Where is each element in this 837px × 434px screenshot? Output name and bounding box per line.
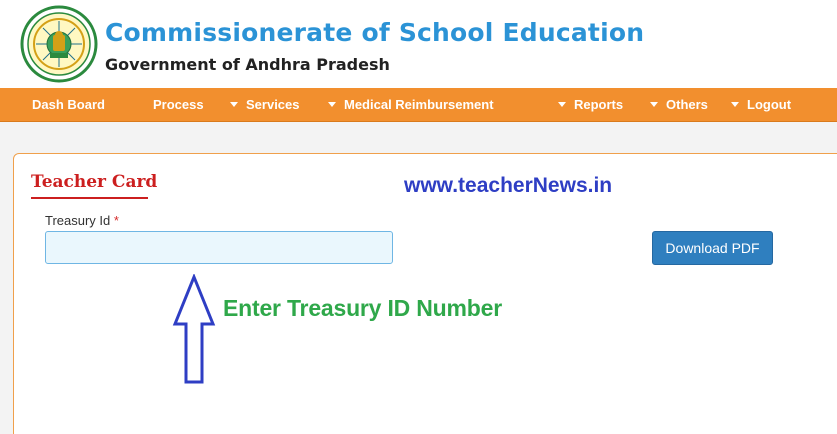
annotation-text: Enter Treasury ID Number xyxy=(223,295,502,321)
andhra-pradesh-emblem-icon xyxy=(20,5,98,83)
main-nav: Dash Board Process Services Medical Reim… xyxy=(0,88,837,122)
up-arrow-icon xyxy=(172,274,216,384)
nav-item-others[interactable]: Others xyxy=(650,88,708,122)
nav-item-label: Medical Reimbursement xyxy=(344,97,494,112)
card-title-underline xyxy=(31,197,148,199)
nav-item-reports[interactable]: Reports xyxy=(558,88,623,122)
treasury-id-input[interactable] xyxy=(45,231,393,264)
caret-down-icon xyxy=(558,102,566,107)
caret-down-icon xyxy=(731,102,739,107)
nav-item-label: Dash Board xyxy=(32,97,105,112)
nav-item-services[interactable]: Services xyxy=(230,88,300,122)
nav-item-dashboard[interactable]: Dash Board xyxy=(32,88,105,122)
site-header: Commissionerate of School Education Gove… xyxy=(0,0,837,88)
card-title: Teacher Card xyxy=(31,172,158,192)
required-mark: * xyxy=(113,213,119,228)
nav-item-process[interactable]: Process xyxy=(153,88,204,122)
nav-item-label: Reports xyxy=(574,97,624,112)
treasury-id-label: Treasury Id * xyxy=(45,213,119,228)
caret-down-icon xyxy=(230,102,238,107)
watermark-text: www.teacherNews.in xyxy=(404,174,613,197)
caret-down-icon xyxy=(650,102,658,107)
caret-down-icon xyxy=(328,102,336,107)
page: Commissionerate of School Education Gove… xyxy=(0,0,837,434)
nav-item-medical-reimbursement[interactable]: Medical Reimbursement xyxy=(328,88,494,122)
nav-item-label: Services xyxy=(246,97,300,112)
nav-item-label: Process xyxy=(153,97,204,112)
site-title: Commissionerate of School Education xyxy=(105,18,645,47)
nav-item-logout[interactable]: Logout xyxy=(731,88,791,122)
download-pdf-button[interactable]: Download PDF xyxy=(652,231,773,265)
site-subtitle: Government of Andhra Pradesh xyxy=(105,55,390,74)
nav-item-label: Others xyxy=(666,97,708,112)
nav-item-label: Logout xyxy=(747,97,792,112)
teacher-card-panel: Teacher Card www.teacherNews.in Treasury… xyxy=(13,153,837,434)
treasury-id-label-text: Treasury Id xyxy=(45,213,111,228)
